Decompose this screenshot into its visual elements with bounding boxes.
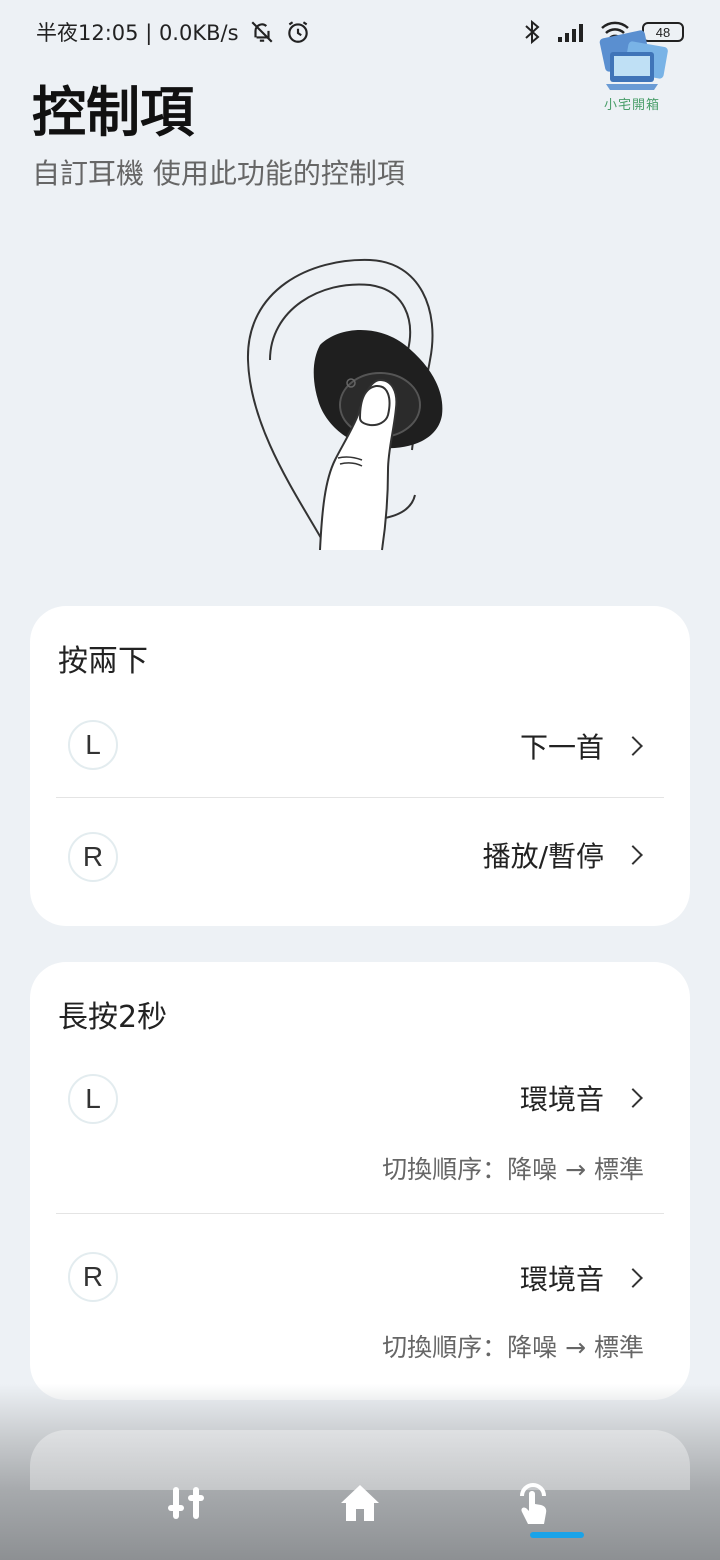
status-left: 半夜12:05 | 0.0KB/s	[36, 17, 311, 47]
left-earbud-badge: L	[68, 720, 118, 770]
status-time: 半夜12:05 | 0.0KB/s	[36, 21, 239, 45]
double-tap-left-value: 下一首	[519, 731, 604, 764]
long-press-right-value: 環境音	[519, 1263, 604, 1296]
watermark-text: 小宅開箱	[604, 98, 661, 113]
long-press-left-value: 環境音	[519, 1083, 604, 1116]
long-press-card: 長按2秒 L 環境音 切換順序：降噪 → 標準 R 環境音 切換順序：降噪 → …	[30, 962, 690, 1400]
long-press-right-row[interactable]: R 環境音 切換順序：降噪 → 標準	[30, 1214, 690, 1394]
alarm-clock-icon	[287, 21, 308, 43]
double-tap-card: 按兩下 L 下一首 R 播放/暫停	[30, 606, 690, 926]
long-press-right-cycle: 切換順序：降噪 → 標準	[382, 1333, 644, 1362]
long-press-title: 長按2秒	[58, 1000, 168, 1035]
home-icon	[340, 1485, 379, 1521]
chevron-right-icon	[623, 736, 643, 756]
chevron-right-icon	[623, 845, 643, 865]
right-earbud-badge: R	[68, 1252, 118, 1302]
left-earbud-badge: L	[68, 1074, 118, 1124]
chevron-right-icon	[623, 1088, 643, 1108]
double-tap-right-value: 播放/暫停	[482, 840, 604, 873]
page-title: 控制項	[32, 81, 194, 144]
signal-icon	[558, 24, 583, 42]
bottom-nav	[0, 1468, 720, 1560]
equalizer-icon	[167, 1487, 204, 1519]
long-press-left-row[interactable]: L 環境音 切換順序：降噪 → 標準	[30, 1052, 690, 1212]
bluetooth-icon	[525, 19, 540, 45]
nav-home[interactable]	[325, 1468, 395, 1538]
double-tap-right-row[interactable]: R 播放/暫停	[30, 798, 690, 908]
muted-bell-icon	[251, 21, 273, 43]
nav-equalizer[interactable]	[152, 1468, 222, 1538]
touch-control-icon	[520, 1483, 547, 1524]
nav-controls[interactable]	[498, 1468, 568, 1538]
chevron-right-icon	[623, 1268, 643, 1288]
double-tap-left-row[interactable]: L 下一首	[30, 690, 690, 798]
earbud-touch-illustration	[246, 258, 443, 551]
long-press-left-cycle: 切換順序：降噪 → 標準	[382, 1155, 644, 1184]
active-tab-indicator	[530, 1532, 584, 1538]
right-earbud-badge: R	[68, 832, 118, 882]
double-tap-title: 按兩下	[58, 644, 148, 679]
page-subtitle: 自訂耳機 使用此功能的控制項	[32, 157, 405, 190]
